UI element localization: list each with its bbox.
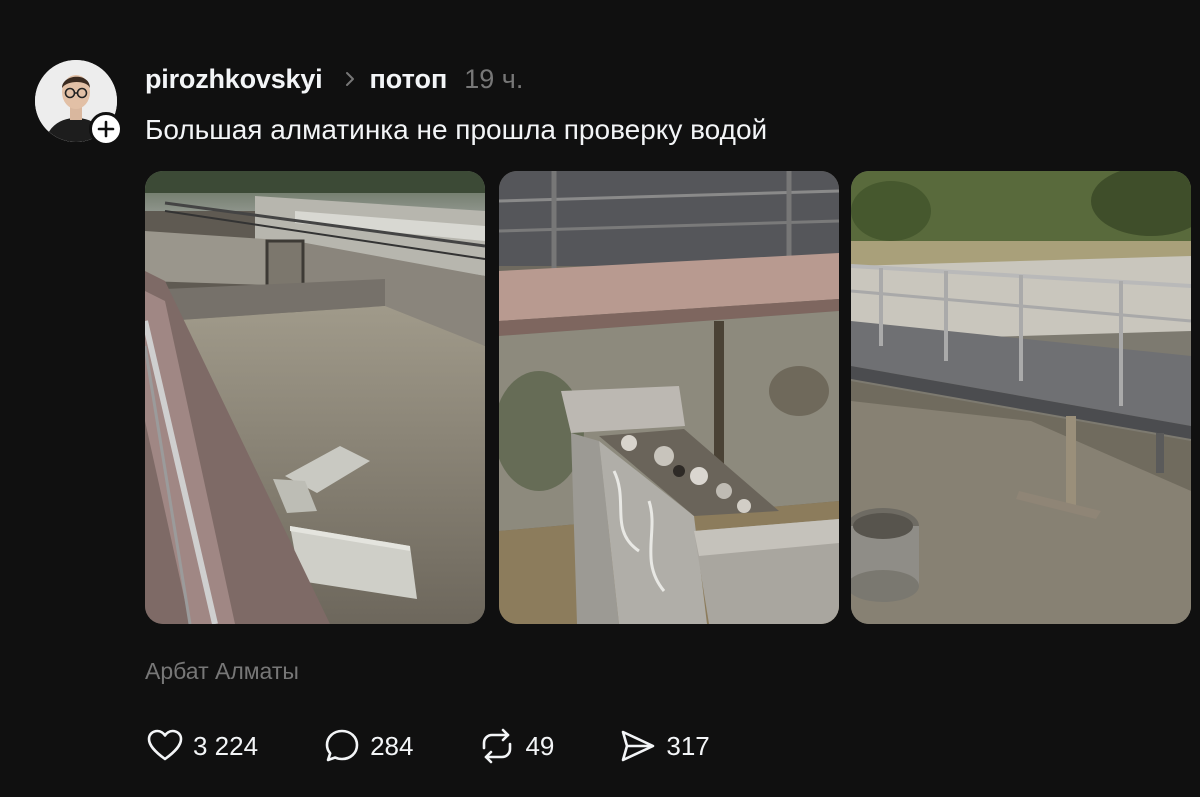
share-count: 317 [666, 730, 710, 761]
location-label[interactable]: Арбат Алматы [145, 658, 299, 685]
avatar-container[interactable] [35, 60, 123, 146]
send-icon [622, 730, 655, 762]
topic-link[interactable]: потоп [369, 64, 447, 95]
repost-icon [483, 728, 512, 764]
repost-count: 49 [525, 730, 555, 761]
post-header: pirozhkovskyi потоп 19 ч. [145, 62, 523, 96]
heart-icon [147, 729, 183, 761]
post-actions: 3 224 284 49 317 [145, 724, 774, 768]
repost-button[interactable]: 49 [477, 726, 554, 766]
plus-icon [97, 120, 115, 138]
comment-button[interactable]: 284 [322, 726, 413, 766]
photo-gallery[interactable] [145, 171, 1200, 624]
post-timestamp[interactable]: 19 ч. [464, 64, 523, 95]
comment-count: 284 [370, 730, 414, 761]
post-text: Большая алматинка не прошла проверку вод… [145, 114, 768, 145]
chevron-right-icon [344, 70, 356, 88]
follow-button[interactable] [89, 112, 123, 146]
gallery-photo-2[interactable] [499, 171, 839, 624]
gallery-photo-3[interactable] [851, 171, 1191, 624]
like-button[interactable]: 3 224 [145, 726, 258, 766]
share-button[interactable]: 317 [618, 726, 710, 766]
gallery-photo-1[interactable] [145, 171, 485, 624]
comment-bubble-icon [325, 729, 359, 762]
like-count: 3 224 [193, 730, 259, 761]
thread-post: pirozhkovskyi потоп 19 ч. Большая алмати… [0, 0, 1200, 797]
username-link[interactable]: pirozhkovskyi [145, 64, 323, 95]
